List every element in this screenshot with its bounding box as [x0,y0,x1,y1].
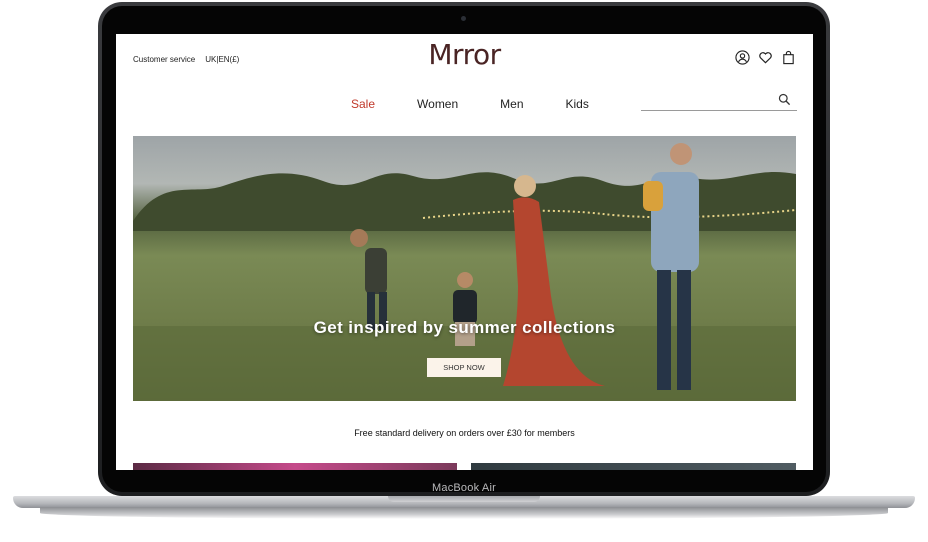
hero-title: Get inspired by summer collections [313,318,616,337]
brand-logo[interactable]: Mrror [116,38,813,71]
website-screen: Customer service UK|EN(£) Mrror Sale Wom… [116,34,813,470]
shop-now-button[interactable]: SHOP NOW [427,358,501,377]
bag-icon[interactable] [781,50,796,65]
laptop-notch [388,496,540,502]
category-card-1[interactable] [133,463,457,470]
search-icon[interactable] [778,93,791,106]
laptop-base-shadow [40,507,888,519]
nav-item-kids[interactable]: Kids [566,97,589,111]
search-input[interactable] [641,94,771,111]
heart-icon[interactable] [758,50,773,65]
hero-banner: Get inspired by summer collections SHOP … [133,136,796,401]
device-label: MacBook Air [432,482,496,494]
camera [461,16,466,21]
search-bar [641,92,797,111]
header-icons [735,50,796,65]
nav-item-sale[interactable]: Sale [351,97,375,111]
nav-item-women[interactable]: Women [417,97,458,111]
main-nav: Sale Women Men Kids [351,97,589,111]
category-card-2[interactable] [471,463,796,470]
account-icon[interactable] [735,50,750,65]
delivery-banner: Free standard delivery on orders over £3… [354,428,575,438]
nav-item-men[interactable]: Men [500,97,523,111]
